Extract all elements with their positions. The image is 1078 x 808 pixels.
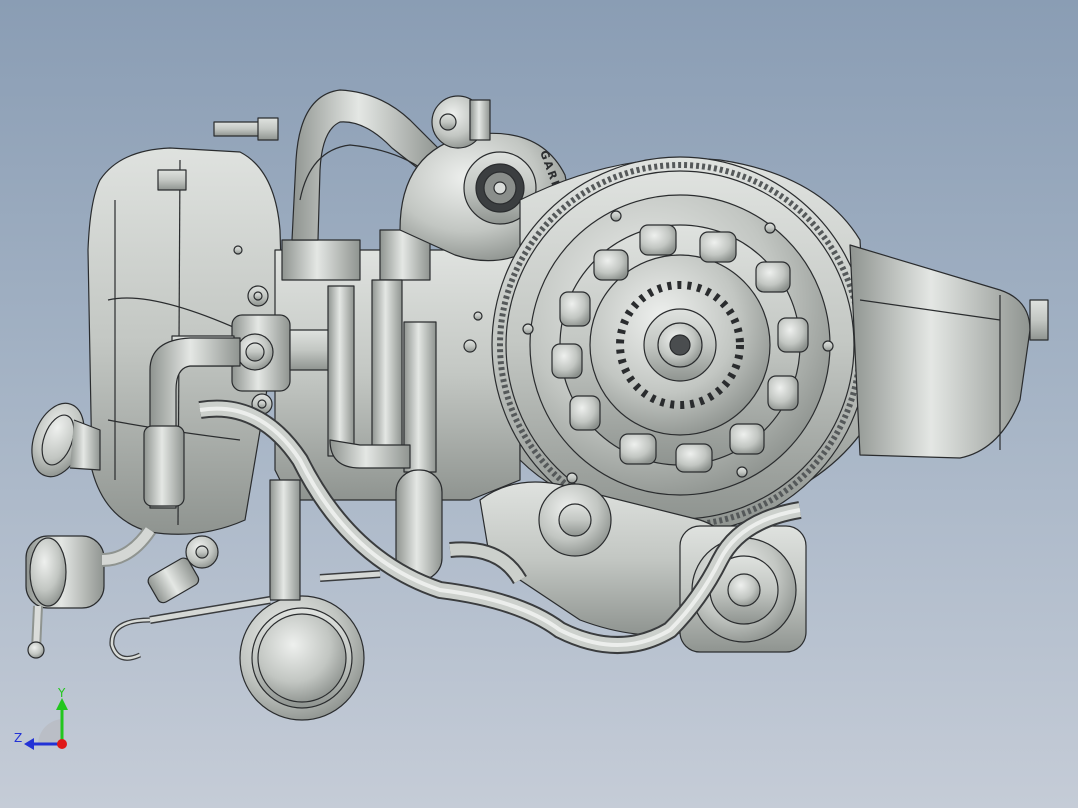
cad-viewport[interactable]: GARRETT — [0, 0, 1078, 808]
y-axis-label: Y — [57, 686, 66, 700]
filler-cap[interactable] — [22, 396, 101, 484]
axis-triad: Y Z — [14, 686, 68, 750]
z-axis-label: Z — [14, 731, 22, 745]
x-axis-icon — [57, 739, 67, 749]
engine-model[interactable]: GARRETT — [0, 0, 1078, 808]
z-axis-arrow-icon — [24, 738, 34, 750]
flywheel[interactable] — [491, 156, 869, 534]
oil-filter-canister[interactable] — [25, 525, 156, 659]
gearbox-extension[interactable] — [849, 244, 1049, 459]
